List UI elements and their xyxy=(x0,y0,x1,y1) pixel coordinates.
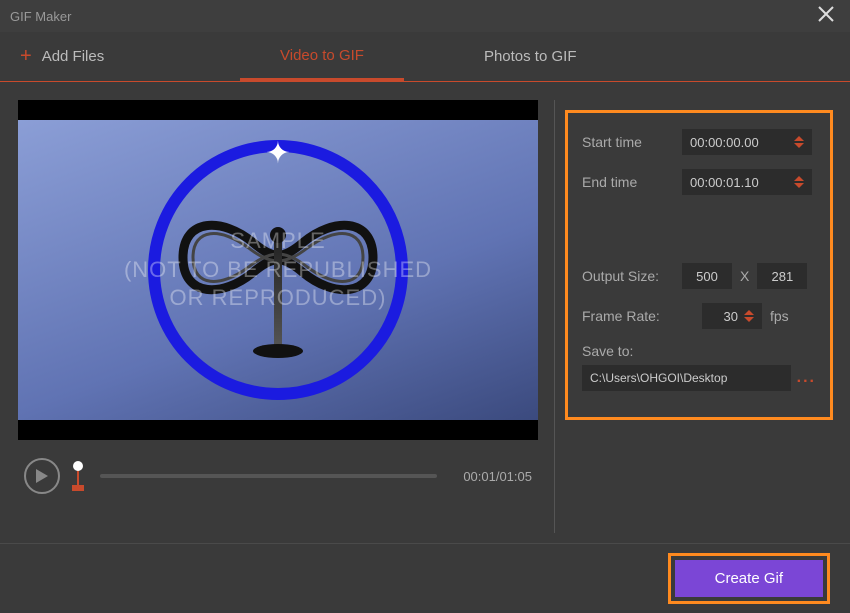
output-height-input[interactable]: 281 xyxy=(757,263,807,289)
title-bar: GIF Maker xyxy=(0,0,850,32)
app-window: GIF Maker + Add Files Video to GIF Photo… xyxy=(0,0,850,613)
tab-label: Video to GIF xyxy=(280,47,364,64)
output-size-row: Output Size: 500 X 281 xyxy=(582,263,816,289)
end-time-label: End time xyxy=(582,174,682,190)
main-body: ✦ SAMPLE (NOT TO BE REPUBLISHED OR REPRO… xyxy=(0,82,850,543)
timeline-track[interactable] xyxy=(100,474,437,478)
spin-arrows-icon[interactable] xyxy=(794,136,804,148)
browse-button[interactable]: ... xyxy=(797,369,816,387)
frame-rate-value: 30 xyxy=(710,309,738,324)
start-time-row: Start time 00:00:00.00 xyxy=(582,129,816,155)
frame-rate-input[interactable]: 30 xyxy=(702,303,762,329)
save-to-label: Save to: xyxy=(582,343,816,359)
trim-start-handle[interactable] xyxy=(72,461,84,491)
frame-rate-row: Frame Rate: 30 fps xyxy=(582,303,816,329)
end-time-input[interactable]: 00:00:01.10 xyxy=(682,169,812,195)
tab-photos-to-gif[interactable]: Photos to GIF xyxy=(444,32,617,81)
window-title: GIF Maker xyxy=(10,9,812,24)
preview-panel: ✦ SAMPLE (NOT TO BE REPUBLISHED OR REPRO… xyxy=(18,100,538,533)
end-time-row: End time 00:00:01.10 xyxy=(582,169,816,195)
save-to-section: Save to: C:\Users\OHGOI\Desktop ... xyxy=(582,343,816,391)
transport-bar: 00:01/01:05 xyxy=(18,440,538,504)
add-files-label: Add Files xyxy=(42,48,105,65)
add-files-button[interactable]: + Add Files xyxy=(0,32,200,81)
x-separator: X xyxy=(740,268,749,284)
time-display: 00:01/01:05 xyxy=(453,469,532,484)
output-size-label: Output Size: xyxy=(582,268,682,284)
tab-video-to-gif[interactable]: Video to GIF xyxy=(240,32,404,81)
video-preview[interactable]: ✦ SAMPLE (NOT TO BE REPUBLISHED OR REPRO… xyxy=(18,100,538,440)
footer-bar: Create Gif xyxy=(0,543,850,613)
preview-frame: ✦ SAMPLE (NOT TO BE REPUBLISHED OR REPRO… xyxy=(18,120,538,420)
spin-arrows-icon[interactable] xyxy=(744,310,754,322)
plus-icon: + xyxy=(20,45,32,68)
start-time-value: 00:00:00.00 xyxy=(690,135,788,150)
output-width-input[interactable]: 500 xyxy=(682,263,732,289)
play-button[interactable] xyxy=(24,458,60,494)
settings-panel: Start time 00:00:00.00 End time 00:00:01… xyxy=(554,100,833,533)
tab-label: Photos to GIF xyxy=(484,48,577,65)
start-time-label: Start time xyxy=(582,134,682,150)
watermark-text: SAMPLE (NOT TO BE REPUBLISHED OR REPRODU… xyxy=(124,227,432,313)
start-time-input[interactable]: 00:00:00.00 xyxy=(682,129,812,155)
save-to-row: C:\Users\OHGOI\Desktop ... xyxy=(582,365,816,391)
create-gif-button[interactable]: Create Gif xyxy=(675,560,823,597)
fps-label: fps xyxy=(770,308,789,324)
spin-arrows-icon[interactable] xyxy=(794,176,804,188)
end-time-value: 00:00:01.10 xyxy=(690,175,788,190)
close-icon[interactable] xyxy=(812,5,840,28)
frame-rate-label: Frame Rate: xyxy=(582,308,702,324)
settings-box: Start time 00:00:00.00 End time 00:00:01… xyxy=(565,110,833,420)
create-gif-label: Create Gif xyxy=(715,570,783,587)
create-gif-highlight: Create Gif xyxy=(668,553,830,604)
save-to-path-input[interactable]: C:\Users\OHGOI\Desktop xyxy=(582,365,791,391)
tab-bar: + Add Files Video to GIF Photos to GIF xyxy=(0,32,850,82)
